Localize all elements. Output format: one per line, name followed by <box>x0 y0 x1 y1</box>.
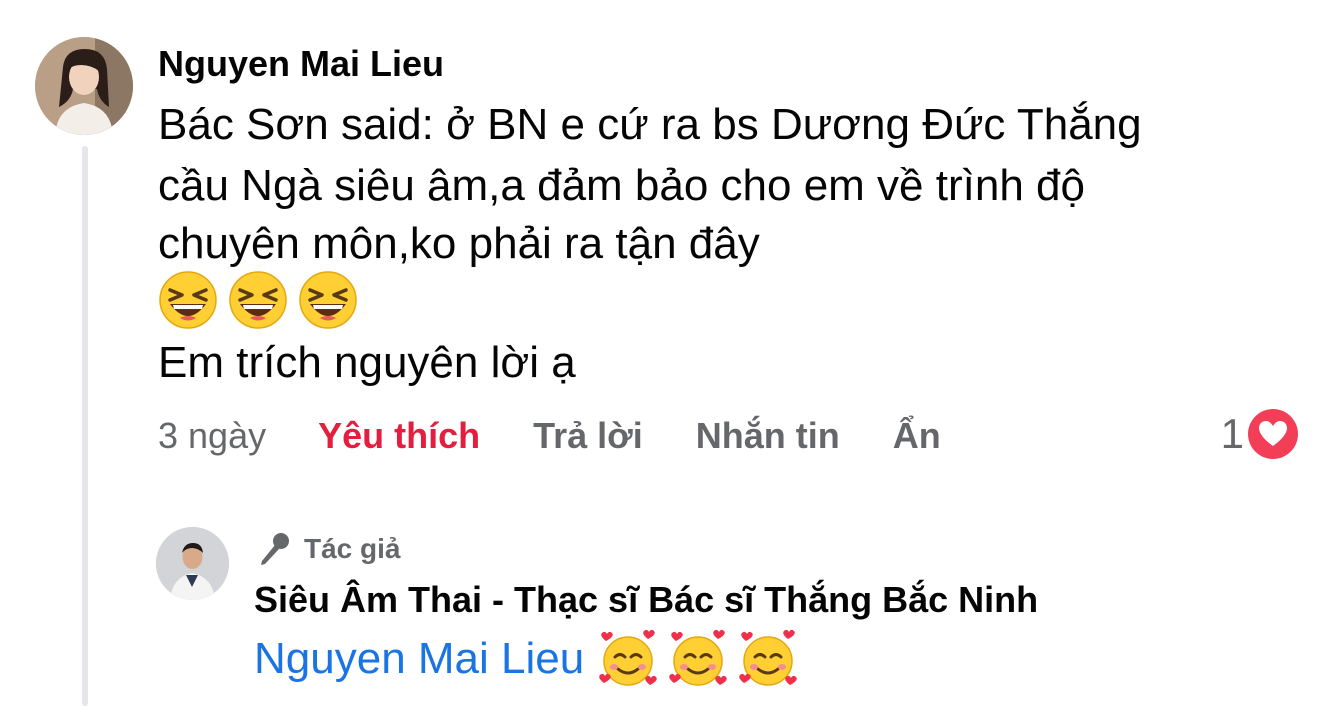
mention-link[interactable]: Nguyen Mai Lieu <box>254 634 584 684</box>
hide-button[interactable]: Ẩn <box>893 415 941 457</box>
like-button[interactable]: Yêu thích <box>318 415 480 457</box>
smiling-face-with-hearts-icon <box>739 629 797 686</box>
comment-action-row: 3 ngày Yêu thích Trả lời Nhắn tin Ẩn <box>158 410 994 462</box>
smiling-face-with-hearts-icon <box>669 629 727 686</box>
microphone-icon <box>261 533 289 565</box>
comment-emoji-row <box>158 270 358 332</box>
grinning-squinting-face-icon <box>229 271 287 329</box>
reply-avatar[interactable] <box>156 527 229 600</box>
comment-text-line: Bác Sơn said: ở BN e cứ ra bs Dương Đức … <box>158 100 1142 149</box>
avatar[interactable] <box>35 37 133 135</box>
grinning-squinting-face-icon <box>159 271 217 329</box>
grinning-squinting-face-icon <box>299 271 357 329</box>
comment-author-name[interactable]: Nguyen Mai Lieu <box>158 42 444 86</box>
reply-author-name[interactable]: Siêu Âm Thai - Thạc sĩ Bác sĩ Thắng Bắc … <box>254 578 1038 622</box>
message-button[interactable]: Nhắn tin <box>696 415 840 457</box>
reaction-summary[interactable]: 1 <box>1221 408 1298 460</box>
smiling-face-with-hearts-icon <box>599 629 657 686</box>
heart-icon <box>1248 409 1298 459</box>
comment-text-line: chuyên môn,ko phải ra tận đây <box>158 219 760 268</box>
thread-line <box>82 146 88 706</box>
reply-button[interactable]: Trả lời <box>533 415 643 457</box>
author-badge: Tác giả <box>254 530 400 568</box>
author-badge-label: Tác giả <box>304 533 401 564</box>
avatar-photo <box>35 37 133 135</box>
comment-timestamp[interactable]: 3 ngày <box>158 415 266 457</box>
reply-text: Nguyen Mai Lieu <box>254 628 808 690</box>
avatar-photo <box>156 527 229 600</box>
comment-text-line: Em trích nguyên lời ạ <box>158 338 576 387</box>
reaction-count: 1 <box>1220 410 1244 457</box>
comment-text-line: cầu Ngà siêu âm,a đảm bảo cho em về trìn… <box>158 161 1085 210</box>
